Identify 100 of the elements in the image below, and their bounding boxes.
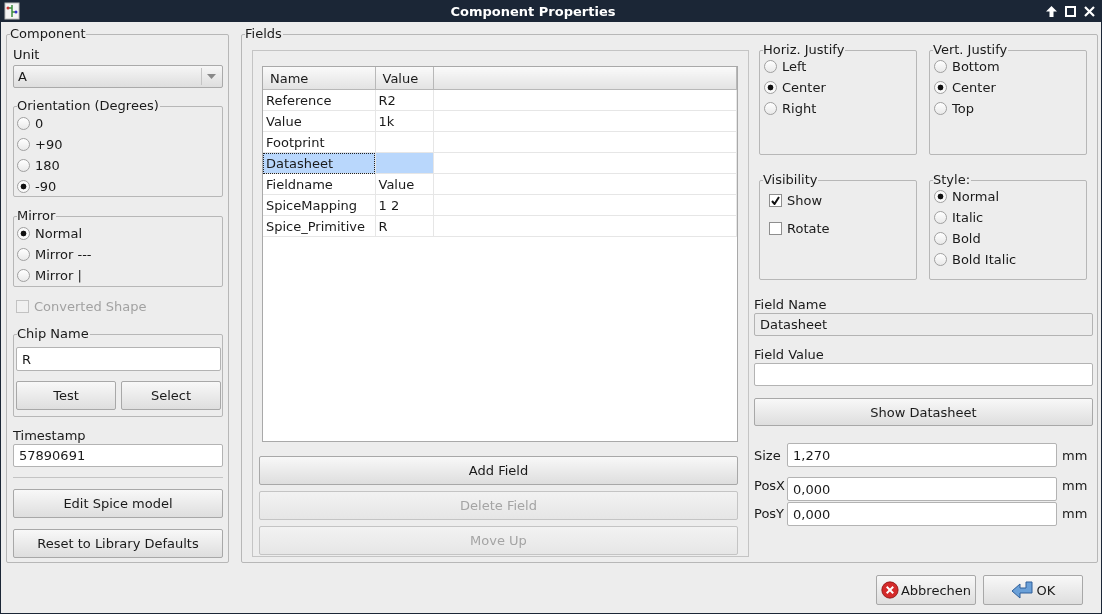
group-title: Visibility (763, 172, 819, 188)
table-cell: R (375, 215, 433, 237)
table-cell: SpiceMapping (263, 194, 375, 216)
field-button[interactable]: Add Field (259, 456, 738, 485)
radio-button[interactable] (17, 227, 30, 240)
maximize-icon[interactable] (1065, 5, 1076, 17)
table-cell: 1 2 (375, 194, 433, 216)
radio-label: -90 (35, 179, 57, 194)
action-button[interactable]: Reset to Library Defaults (13, 529, 223, 558)
radio-button[interactable] (764, 81, 777, 94)
group-title: Orientation (Degrees) (17, 98, 160, 114)
table-row[interactable]: Reference R2 (263, 89, 737, 111)
window-title: Component Properties (449, 3, 617, 19)
enter-arrow-icon (1010, 580, 1035, 600)
unit-label: mm (1062, 447, 1088, 463)
table-row[interactable]: Footprint (263, 131, 737, 153)
radio-label: Bottom (952, 59, 1000, 74)
table-row[interactable]: Spice_Primitive R (263, 215, 737, 237)
table-row[interactable]: SpiceMapping 1 2 (263, 194, 737, 216)
app-icon (4, 2, 20, 20)
field-label: Timestamp (13, 428, 87, 444)
radio-button[interactable] (934, 253, 947, 266)
radio-label: Right (782, 101, 817, 116)
checkbox-label: Rotate (787, 221, 830, 236)
radio-label: Normal (952, 189, 1000, 204)
table-cell: Value (375, 173, 433, 195)
group-title: Horiz. Justify (763, 42, 846, 58)
input-field[interactable]: R (16, 347, 221, 371)
field-label: Size (754, 447, 782, 463)
table-row[interactable]: Value 1k (263, 110, 737, 132)
table-cell: Fieldname (263, 173, 375, 195)
ok-button[interactable]: OK (983, 575, 1083, 605)
group-title: Chip Name (17, 326, 90, 342)
checkbox[interactable] (769, 222, 782, 235)
table-cell: 1k (375, 110, 433, 132)
table-cell: Datasheet (263, 152, 375, 174)
checkbox[interactable] (769, 194, 782, 207)
radio-label: +90 (35, 137, 63, 152)
radio-button[interactable] (934, 232, 947, 245)
table-cell: Reference (263, 89, 375, 111)
table-cell: R2 (375, 89, 433, 111)
radio-label: Bold (952, 231, 981, 246)
radio-label: Center (952, 80, 996, 95)
show-datasheet-button[interactable]: Show Datasheet (754, 398, 1093, 426)
input-field[interactable]: 0,000 (787, 502, 1057, 526)
radio-button[interactable] (934, 81, 947, 94)
action-button[interactable]: Edit Spice model (13, 489, 223, 518)
unit-label: mm (1062, 505, 1088, 523)
radio-label: Bold Italic (952, 252, 1017, 267)
radio-button[interactable] (17, 248, 30, 261)
group-title: Style: (933, 172, 972, 188)
radio-button[interactable] (934, 211, 947, 224)
radio-button[interactable] (17, 159, 30, 172)
input-field[interactable]: 1,270 (787, 443, 1057, 467)
radio-button[interactable] (764, 60, 777, 73)
radio-label: Italic (952, 210, 984, 225)
input-field[interactable] (754, 363, 1093, 386)
radio-label: Mirror --- (35, 247, 92, 262)
radio-button[interactable] (934, 60, 947, 73)
column-header[interactable]: Name (263, 67, 375, 90)
chip-button[interactable]: Test (16, 381, 116, 410)
group-title: Component (10, 26, 87, 42)
field-label: PosX (754, 477, 786, 495)
radio-label: Left (782, 59, 807, 74)
table-row[interactable]: Datasheet (263, 152, 737, 174)
field-label: Field Name (754, 297, 828, 313)
cancel-button[interactable]: Abbrechen (876, 575, 976, 605)
radio-button[interactable] (934, 190, 947, 203)
radio-label: Center (782, 80, 826, 95)
input-field[interactable]: 0,000 (787, 477, 1057, 501)
table-cell: Spice_Primitive (263, 215, 375, 237)
field-label: Field Value (754, 347, 825, 363)
cancel-icon (881, 579, 899, 601)
check-icon (771, 196, 780, 205)
caret-icon (207, 74, 216, 79)
table-cell: Value (263, 110, 375, 132)
table-cell: Footprint (263, 131, 375, 153)
radio-button[interactable] (764, 102, 777, 115)
field-label: Unit (13, 47, 41, 63)
radio-label: Mirror | (35, 268, 82, 283)
radio-label: 180 (35, 158, 60, 173)
radio-button[interactable] (17, 138, 30, 151)
checkbox-label: Show (787, 193, 823, 208)
checkbox-label: Converted Shape (34, 299, 147, 314)
unit-dropdown[interactable]: A (13, 65, 223, 88)
radio-button[interactable] (17, 269, 30, 282)
radio-button[interactable] (934, 102, 947, 115)
column-header[interactable]: Value (375, 67, 433, 90)
field-label: PosY (754, 505, 786, 523)
keep-above-icon[interactable] (1046, 5, 1057, 17)
close-icon[interactable] (1084, 5, 1095, 17)
group-title: Vert. Justify (933, 42, 1009, 58)
input-field[interactable]: 57890691 (13, 444, 223, 467)
unit-label: mm (1062, 477, 1088, 495)
radio-label: Top (952, 101, 974, 116)
radio-button[interactable] (17, 117, 30, 130)
radio-button[interactable] (17, 180, 30, 193)
radio-label: 0 (35, 116, 44, 131)
chip-button[interactable]: Select (121, 381, 221, 410)
table-row[interactable]: Fieldname Value (263, 173, 737, 195)
